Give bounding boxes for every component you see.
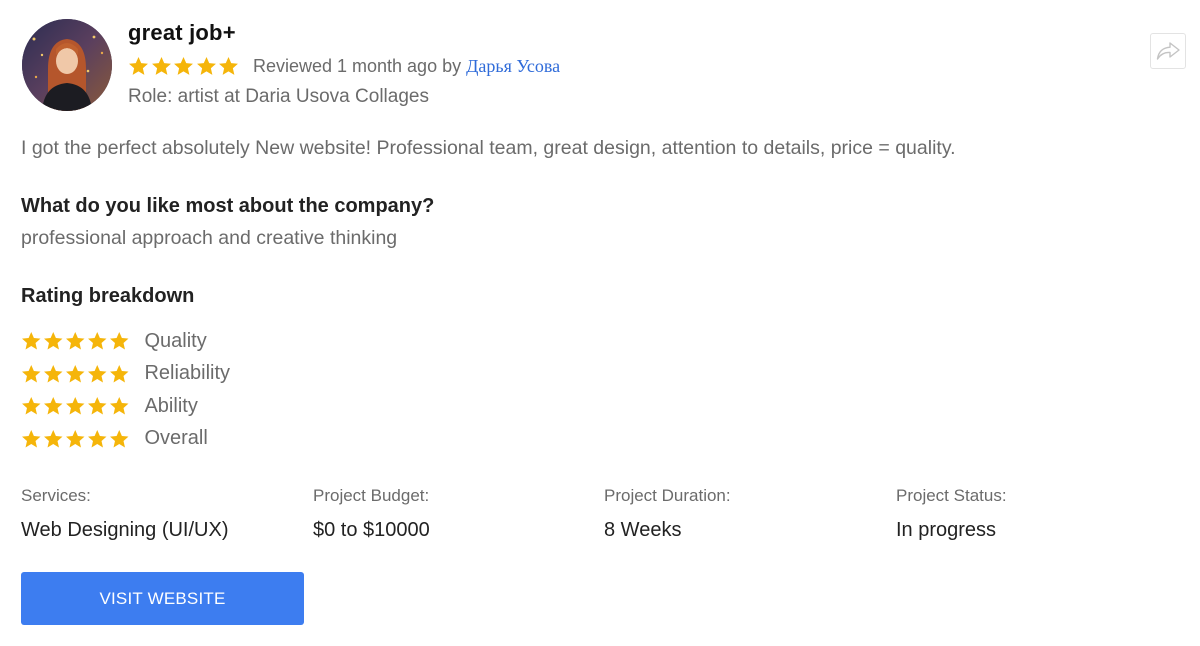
detail-budget: Project Budget: $0 to $10000: [313, 486, 430, 542]
star-icon: [66, 429, 85, 447]
star-icon: [88, 429, 107, 447]
star-icon: [66, 397, 85, 415]
star-icon: [44, 364, 63, 382]
reviewed-date-text: Reviewed 1 month ago by: [252, 55, 462, 76]
breakdown-row-quality: Quality: [21, 325, 421, 358]
question-answer: professional approach and creative think…: [21, 227, 398, 249]
star-icon: [88, 397, 107, 415]
breakdown-row-ability: Ability: [21, 390, 421, 423]
star-icon: [44, 332, 63, 350]
duration-value: 8 Weeks: [604, 519, 682, 541]
star-icon: [151, 56, 171, 75]
question-heading: What do you like most about the company?: [21, 195, 435, 217]
star-icon: [88, 332, 107, 350]
duration-label: Project Duration:: [604, 486, 731, 505]
detail-duration: Project Duration: 8 Weeks: [604, 486, 731, 542]
reviewer-photo: [22, 19, 112, 111]
star-icon: [44, 429, 63, 447]
review-card: great job+ Reviewed 1 month ago by Дарья…: [0, 0, 1200, 646]
star-icon: [110, 397, 129, 415]
share-button[interactable]: [1150, 33, 1186, 69]
review-meta: Reviewed 1 month ago by Дарья Усова: [128, 54, 560, 78]
reviewer-role: Role: artist at Daria Usova Collages: [128, 86, 429, 107]
detail-status: Project Status: In progress: [896, 486, 1007, 542]
overall-stars: [21, 429, 131, 450]
detail-services: Services: Web Designing (UI/UX): [21, 486, 228, 542]
project-details: Services: Web Designing (UI/UX) Project …: [21, 486, 1191, 556]
breakdown-label: Reliability: [144, 362, 231, 385]
breakdown-row-overall: Overall: [21, 423, 421, 456]
star-icon: [66, 364, 85, 382]
star-icon: [88, 364, 107, 382]
reliability-stars: [21, 364, 131, 385]
star-icon: [110, 364, 129, 382]
star-icon: [44, 397, 63, 415]
star-icon: [129, 56, 148, 75]
breakdown-label: Ability: [144, 394, 198, 417]
status-value: In progress: [896, 519, 997, 541]
review-body: I got the perfect absolutely New website…: [21, 137, 956, 159]
star-icon: [110, 429, 129, 447]
star-icon: [110, 332, 129, 350]
share-arrow-icon: [1156, 42, 1180, 60]
review-title: great job+: [128, 20, 236, 45]
rating-breakdown-list: Quality Reliability Ability Overall: [21, 325, 421, 455]
breakdown-label: Quality: [144, 329, 207, 352]
quality-stars: [21, 331, 131, 352]
status-label: Project Status:: [896, 486, 1007, 505]
reviewer-name-link[interactable]: Дарья Усова: [466, 56, 560, 77]
budget-value: $0 to $10000: [313, 519, 430, 541]
star-icon: [196, 56, 216, 75]
star-icon: [22, 332, 41, 350]
star-icon: [22, 429, 41, 447]
star-icon: [66, 332, 85, 350]
budget-label: Project Budget:: [313, 486, 430, 505]
visit-website-button[interactable]: VISIT WEBSITE: [21, 572, 304, 625]
star-icon: [219, 56, 239, 75]
review-rating-stars: [128, 56, 241, 77]
star-icon: [174, 56, 194, 75]
star-icon: [22, 364, 41, 382]
rating-breakdown-heading: Rating breakdown: [21, 285, 195, 307]
services-label: Services:: [21, 486, 91, 505]
ability-stars: [21, 396, 131, 417]
avatar: [22, 19, 112, 111]
breakdown-row-reliability: Reliability: [21, 358, 421, 391]
services-value: Web Designing (UI/UX): [21, 519, 229, 541]
star-icon: [22, 397, 41, 415]
breakdown-label: Overall: [144, 427, 208, 450]
